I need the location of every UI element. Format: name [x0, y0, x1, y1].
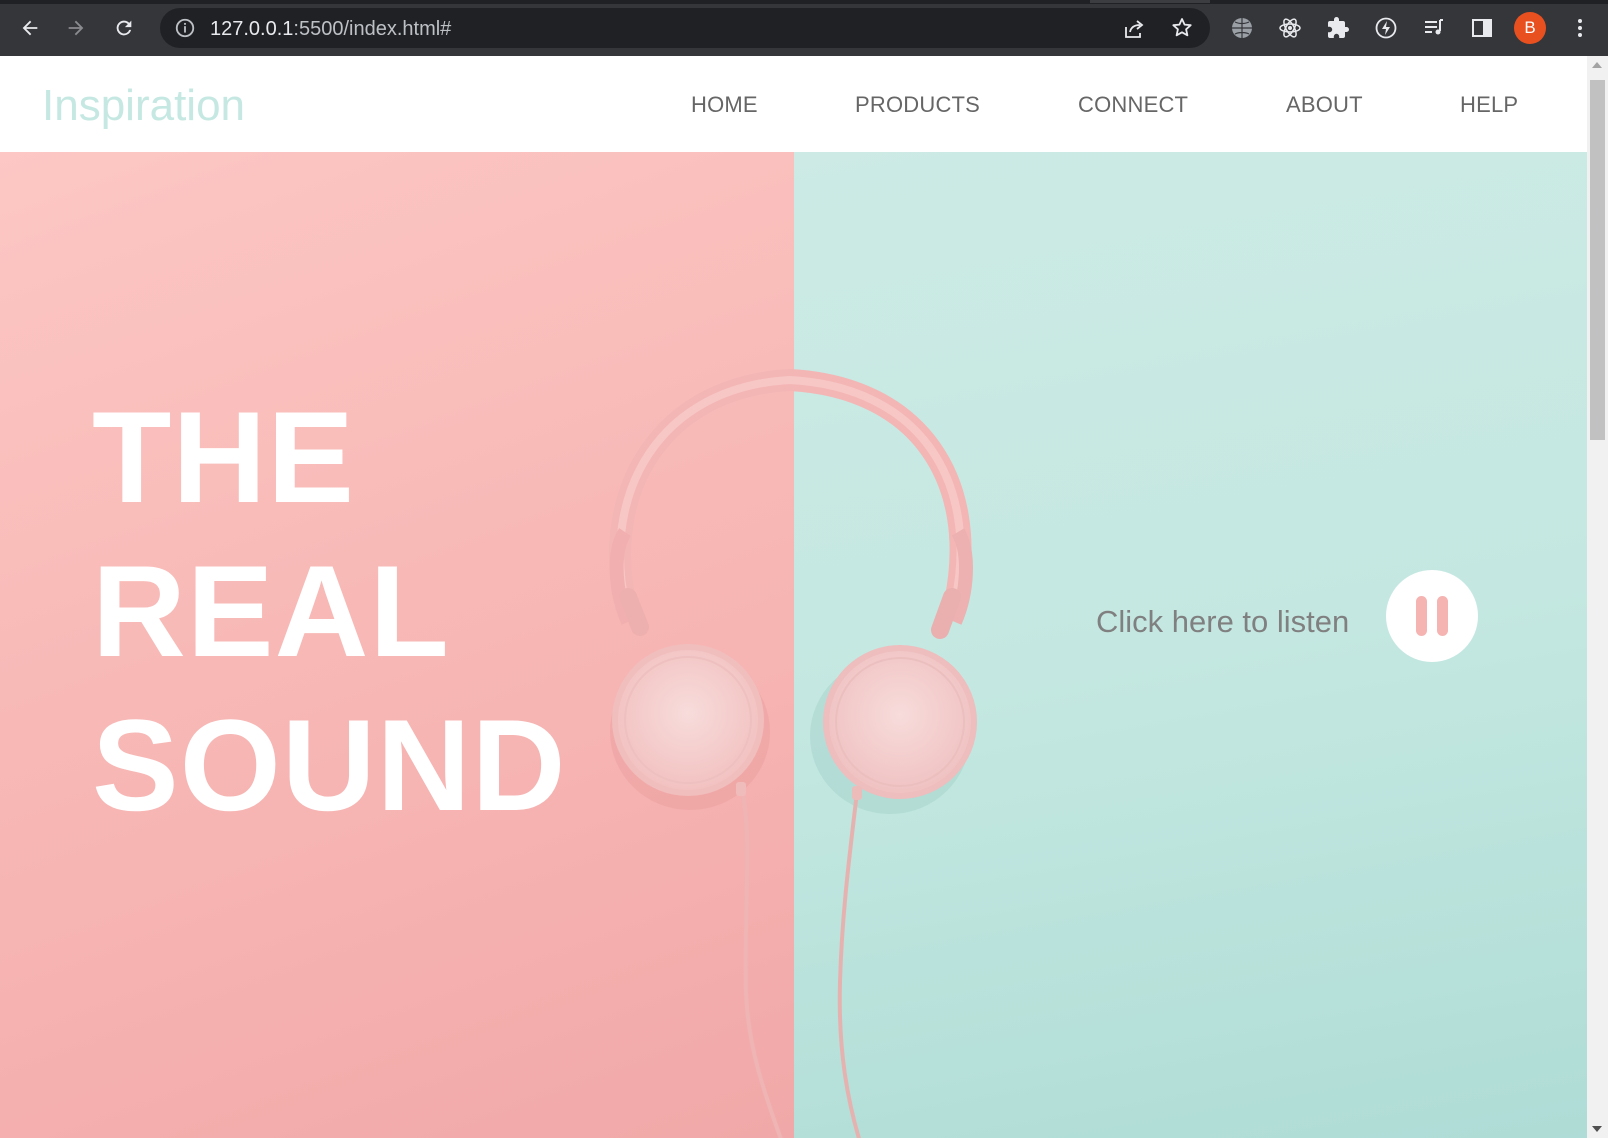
headline-line-3: SOUND: [92, 692, 567, 838]
menu-icon: [1578, 19, 1582, 37]
reading-list-button[interactable]: [1420, 14, 1448, 42]
site-logo[interactable]: Inspiration: [42, 81, 245, 131]
nav-connect[interactable]: CONNECT: [1078, 92, 1188, 118]
listen-prompt[interactable]: Click here to listen: [1096, 604, 1349, 640]
nav-about[interactable]: ABOUT: [1286, 92, 1363, 118]
back-icon: [22, 20, 38, 36]
globe-extension[interactable]: [1228, 14, 1256, 42]
side-panel-icon: [1472, 19, 1492, 37]
react-extension[interactable]: [1276, 14, 1304, 42]
profile-avatar[interactable]: B: [1514, 12, 1546, 44]
extensions-button[interactable]: [1324, 14, 1352, 42]
extensions-icon: [1328, 17, 1349, 38]
side-panel-button[interactable]: [1468, 14, 1496, 42]
scroll-up-arrow-icon[interactable]: [1592, 62, 1602, 68]
reload-icon: [116, 20, 132, 36]
headline-line-1: THE: [92, 384, 355, 530]
globe-icon: [1232, 18, 1252, 38]
star-icon[interactable]: [1170, 16, 1194, 40]
pause-icon-bar-2: [1437, 596, 1448, 636]
url-text[interactable]: 127.0.0.1:5500/index.html#: [210, 18, 451, 41]
url-host: 127.0.0.1: [210, 18, 294, 40]
url-path: :5500/index.html#: [293, 18, 452, 40]
react-icon: [1279, 18, 1301, 38]
tab-indicator: [1090, 0, 1210, 3]
tab-strip-edge: [0, 0, 1608, 4]
page-scrollbar[interactable]: [1587, 56, 1608, 1138]
forward-button[interactable]: [60, 12, 92, 44]
scrollbar-thumb[interactable]: [1590, 80, 1605, 440]
nav-products[interactable]: PRODUCTS: [855, 92, 980, 118]
forward-icon: [68, 20, 84, 36]
nav-help[interactable]: HELP: [1460, 92, 1518, 118]
page-viewport: Inspiration HOME PRODUCTS CONNECT ABOUT …: [0, 56, 1608, 1138]
hero-section: THE REAL SOUND Click here to listen: [0, 152, 1587, 1138]
headline-line-2: REAL: [92, 538, 450, 684]
back-button[interactable]: [14, 12, 46, 44]
web-page: Inspiration HOME PRODUCTS CONNECT ABOUT …: [0, 56, 1587, 1138]
browser-menu-button[interactable]: [1566, 14, 1594, 42]
reading-list-icon: [1425, 19, 1443, 35]
lightning-extension[interactable]: [1372, 14, 1400, 42]
nav-home[interactable]: HOME: [691, 92, 758, 118]
site-header: Inspiration HOME PRODUCTS CONNECT ABOUT …: [0, 56, 1587, 152]
hero-headline: THE REAL SOUND: [92, 380, 566, 842]
reload-button[interactable]: [108, 12, 140, 44]
play-pause-button[interactable]: [1386, 570, 1478, 662]
lightning-icon: [1375, 17, 1397, 39]
browser-toolbar: 127.0.0.1:5500/index.html# B: [0, 0, 1608, 56]
address-bar[interactable]: 127.0.0.1:5500/index.html#: [160, 8, 1210, 48]
info-icon[interactable]: [174, 17, 196, 39]
scroll-down-arrow-icon[interactable]: [1592, 1126, 1602, 1132]
pause-icon: [1416, 596, 1427, 636]
share-icon[interactable]: [1122, 17, 1146, 41]
